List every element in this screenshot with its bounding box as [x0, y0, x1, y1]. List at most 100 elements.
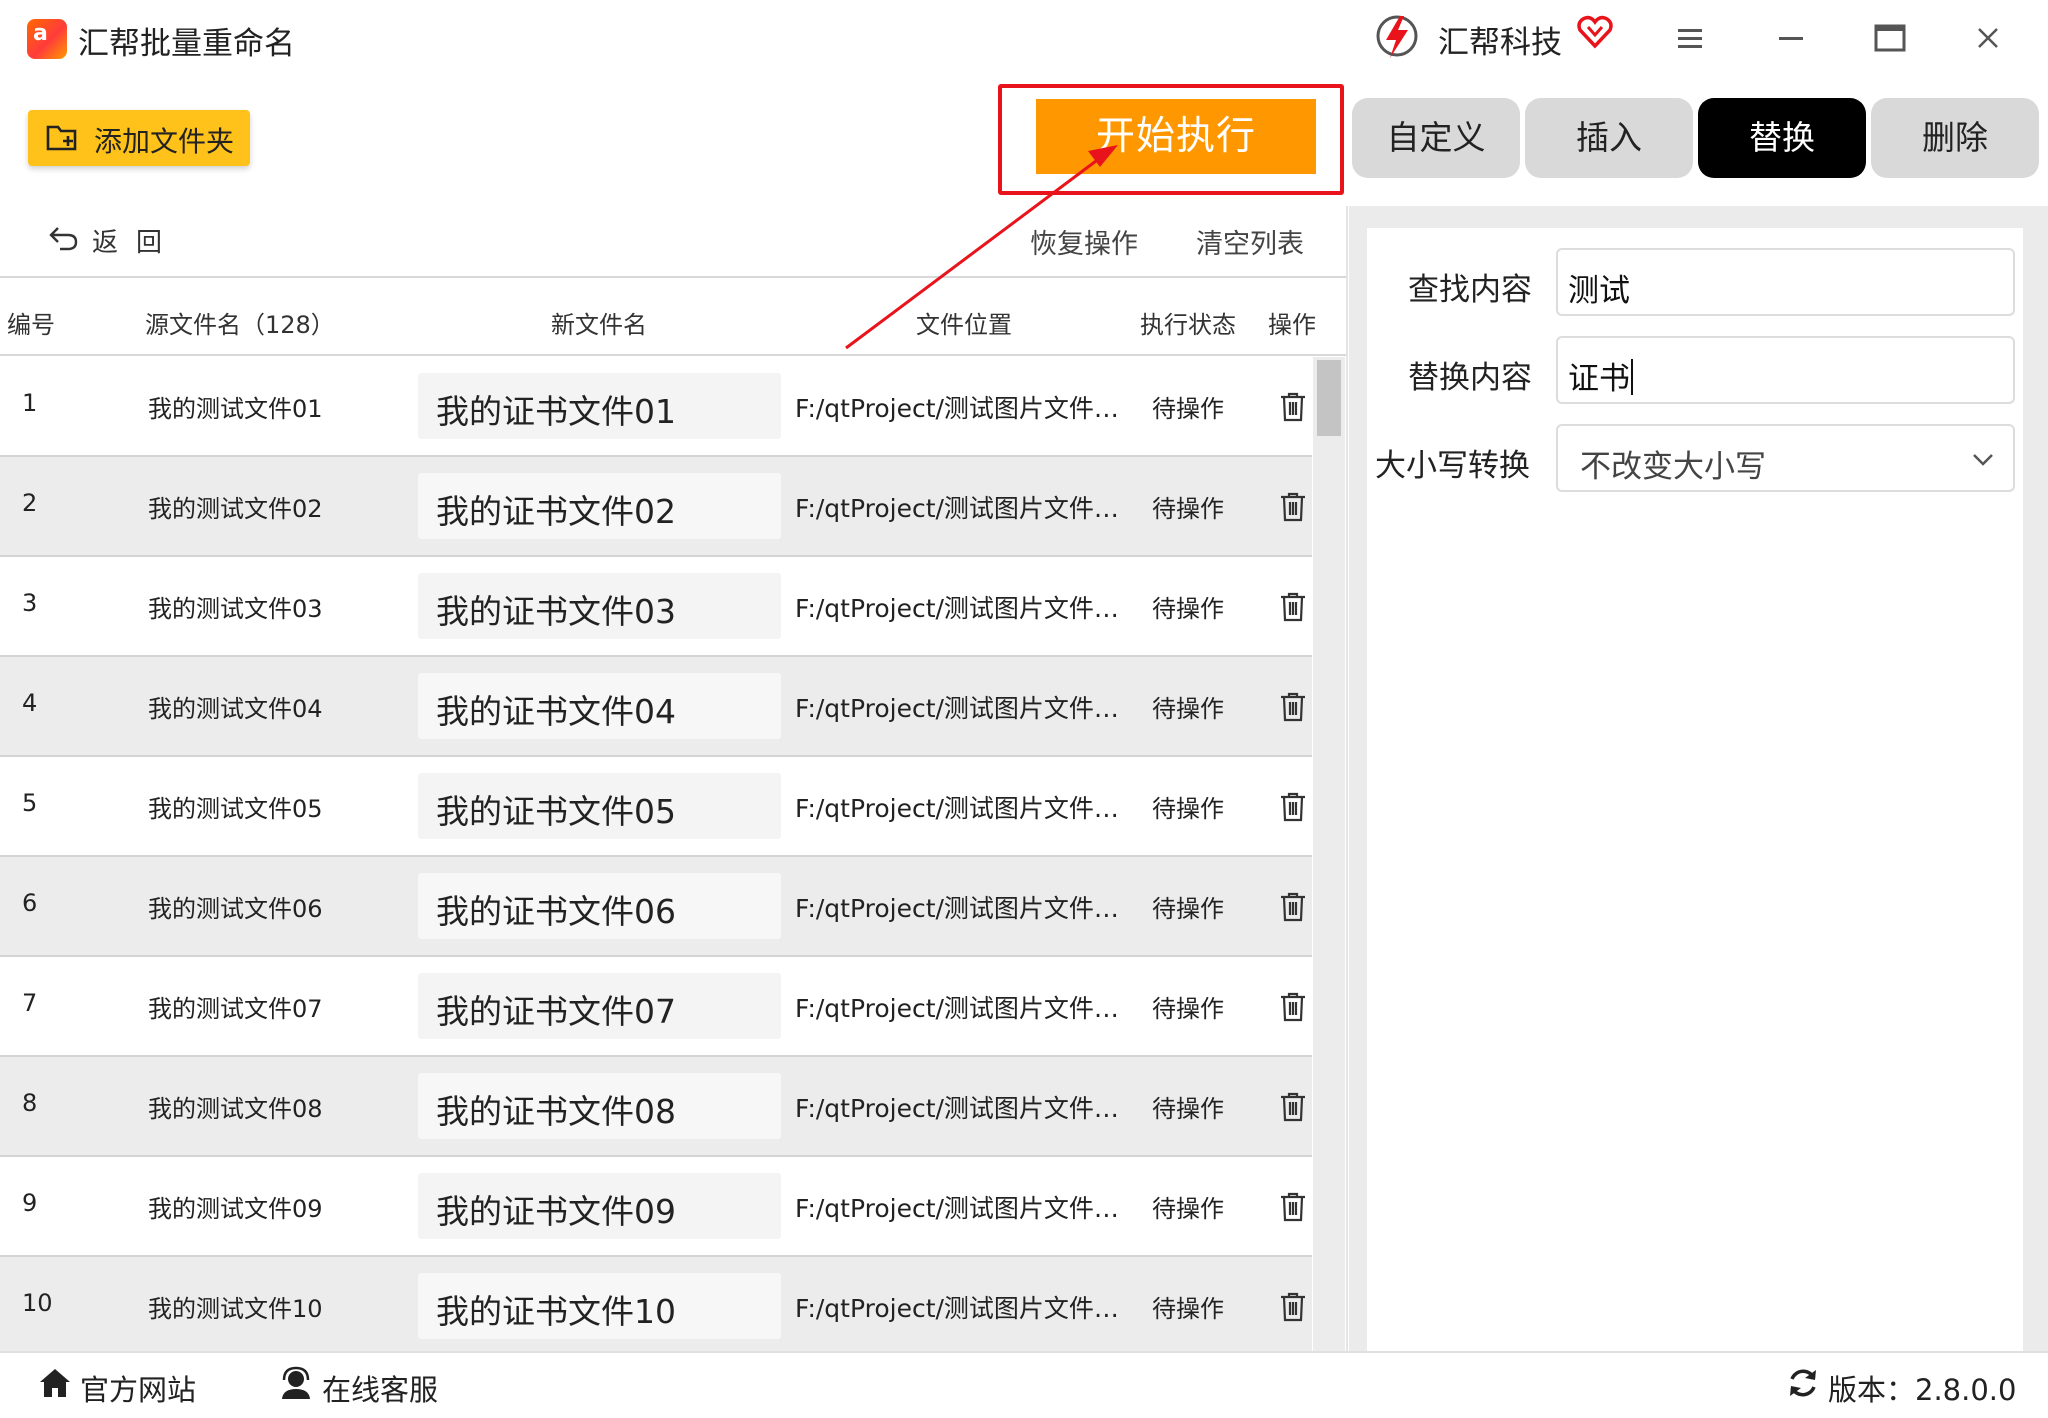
header-new-name: 新文件名	[551, 311, 647, 339]
trash-icon[interactable]	[1278, 1291, 1308, 1323]
header-no: 编号	[7, 311, 55, 339]
tab-delete[interactable]: 删除	[1871, 98, 2039, 178]
header-status: 执行状态	[1140, 311, 1236, 339]
cell-location: F:/qtProject/测试图片文件夹/...	[795, 1194, 1133, 1223]
text-caret	[1631, 359, 1633, 395]
tab-replace[interactable]: 替换	[1698, 98, 1866, 178]
cell-no: 2	[22, 489, 38, 517]
cell-location: F:/qtProject/测试图片文件夹/...	[795, 694, 1133, 723]
menu-icon[interactable]	[1668, 18, 1712, 58]
table-row[interactable]: 7 我的测试文件07 我的证书文件07 F:/qtProject/测试图片文件夹…	[0, 957, 1312, 1057]
cell-no: 10	[22, 1289, 53, 1317]
minimize-icon[interactable]	[1769, 18, 1813, 58]
clear-list-button[interactable]: 清空列表	[1196, 222, 1304, 261]
new-name-field[interactable]: 我的证书文件10	[418, 1273, 781, 1339]
new-name-field[interactable]: 我的证书文件08	[418, 1073, 781, 1139]
replace-label: 替换内容	[1408, 360, 1532, 396]
cell-status: 待操作	[1152, 995, 1224, 1023]
maximize-icon[interactable]	[1868, 18, 1912, 58]
restore-button[interactable]: 恢复操作	[1030, 222, 1138, 261]
start-button[interactable]: 开始执行	[1036, 99, 1316, 174]
table-row[interactable]: 10 我的测试文件10 我的证书文件10 F:/qtProject/测试图片文件…	[0, 1257, 1312, 1357]
cell-no: 1	[22, 389, 38, 417]
case-select[interactable]: 不改变大小写	[1556, 424, 2015, 492]
new-name-field[interactable]: 我的证书文件02	[418, 473, 781, 539]
find-input[interactable]: 测试	[1556, 248, 2015, 316]
tab-insert[interactable]: 插入	[1525, 98, 1693, 178]
close-icon[interactable]	[1966, 18, 2010, 58]
cell-status: 待操作	[1152, 395, 1224, 423]
cell-new-name: 我的证书文件05	[436, 792, 676, 831]
new-name-field[interactable]: 我的证书文件05	[418, 773, 781, 839]
cell-location: F:/qtProject/测试图片文件夹/...	[795, 1294, 1133, 1323]
cell-status: 待操作	[1152, 795, 1224, 823]
case-label: 大小写转换	[1375, 448, 1530, 484]
cell-status: 待操作	[1152, 595, 1224, 623]
table-row[interactable]: 5 我的测试文件05 我的证书文件05 F:/qtProject/测试图片文件夹…	[0, 757, 1312, 857]
add-folder-icon	[46, 125, 77, 151]
trash-icon[interactable]	[1278, 591, 1308, 623]
new-name-field[interactable]: 我的证书文件04	[418, 673, 781, 739]
cell-source: 我的测试文件06	[148, 895, 323, 923]
new-name-field[interactable]: 我的证书文件06	[418, 873, 781, 939]
cell-status: 待操作	[1152, 1295, 1224, 1323]
header-location: 文件位置	[916, 311, 1012, 339]
cell-source: 我的测试文件07	[148, 995, 323, 1023]
cell-source: 我的测试文件08	[148, 1095, 323, 1123]
cell-new-name: 我的证书文件03	[436, 592, 676, 631]
table-row[interactable]: 8 我的测试文件08 我的证书文件08 F:/qtProject/测试图片文件夹…	[0, 1057, 1312, 1157]
cell-no: 6	[22, 889, 38, 917]
table-scrollbar[interactable]	[1313, 357, 1345, 1351]
refresh-icon[interactable]	[1786, 1366, 1820, 1400]
table-row[interactable]: 3 我的测试文件03 我的证书文件03 F:/qtProject/测试图片文件夹…	[0, 557, 1312, 657]
table-row[interactable]: 1 我的测试文件01 我的证书文件01 F:/qtProject/测试图片文件夹…	[0, 357, 1312, 457]
replace-input[interactable]: 证书	[1556, 336, 2015, 404]
table-row[interactable]: 9 我的测试文件09 我的证书文件09 F:/qtProject/测试图片文件夹…	[0, 1157, 1312, 1257]
new-name-field[interactable]: 我的证书文件03	[418, 573, 781, 639]
cell-new-name: 我的证书文件01	[436, 392, 676, 431]
cell-location: F:/qtProject/测试图片文件夹/...	[795, 894, 1133, 923]
new-name-field[interactable]: 我的证书文件01	[418, 373, 781, 439]
cell-status: 待操作	[1152, 695, 1224, 723]
cell-source: 我的测试文件04	[148, 695, 323, 723]
cell-new-name: 我的证书文件10	[436, 1292, 676, 1331]
new-name-field[interactable]: 我的证书文件07	[418, 973, 781, 1039]
trash-icon[interactable]	[1278, 1091, 1308, 1123]
scrollbar-thumb[interactable]	[1317, 360, 1341, 436]
cell-source: 我的测试文件09	[148, 1195, 323, 1223]
cell-location: F:/qtProject/测试图片文件夹/...	[795, 994, 1133, 1023]
table-row[interactable]: 4 我的测试文件04 我的证书文件04 F:/qtProject/测试图片文件夹…	[0, 657, 1312, 757]
table-header: 编号 源文件名（128） 新文件名 文件位置 执行状态 操作	[0, 276, 1346, 356]
header-source: 源文件名（128）	[145, 311, 335, 339]
app-title: 汇帮批量重命名	[78, 26, 295, 62]
app-window: 汇帮批量重命名 汇帮科技 添加文件夹 开始执行 自定义	[0, 0, 2048, 1418]
header-op: 操作	[1268, 311, 1316, 339]
support-link[interactable]: 在线客服	[322, 1367, 438, 1409]
trash-icon[interactable]	[1278, 691, 1308, 723]
website-link[interactable]: 官方网站	[80, 1367, 196, 1409]
table-row[interactable]: 2 我的测试文件02 我的证书文件02 F:/qtProject/测试图片文件夹…	[0, 457, 1312, 557]
trash-icon[interactable]	[1278, 991, 1308, 1023]
add-folder-label: 添加文件夹	[94, 125, 235, 158]
cell-status: 待操作	[1152, 895, 1224, 923]
trash-icon[interactable]	[1278, 791, 1308, 823]
trash-icon[interactable]	[1278, 1191, 1308, 1223]
add-folder-button[interactable]: 添加文件夹	[28, 110, 250, 166]
trash-icon[interactable]	[1278, 391, 1308, 423]
panel-divider	[1346, 206, 1348, 1351]
cell-new-name: 我的证书文件02	[436, 492, 676, 531]
table-row[interactable]: 6 我的测试文件06 我的证书文件06 F:/qtProject/测试图片文件夹…	[0, 857, 1312, 957]
vip-heart-icon[interactable]	[1576, 13, 1614, 51]
title-bar: 汇帮批量重命名 汇帮科技	[0, 0, 2048, 78]
trash-icon[interactable]	[1278, 891, 1308, 923]
new-name-field[interactable]: 我的证书文件09	[418, 1173, 781, 1239]
cell-location: F:/qtProject/测试图片文件夹/...	[795, 1094, 1133, 1123]
cell-no: 7	[22, 989, 38, 1017]
cell-no: 9	[22, 1189, 38, 1217]
tab-custom[interactable]: 自定义	[1352, 98, 1520, 178]
trash-icon[interactable]	[1278, 491, 1308, 523]
cell-no: 5	[22, 789, 38, 817]
home-icon	[40, 1369, 70, 1397]
cell-source: 我的测试文件10	[148, 1295, 323, 1323]
cell-new-name: 我的证书文件04	[436, 692, 676, 731]
